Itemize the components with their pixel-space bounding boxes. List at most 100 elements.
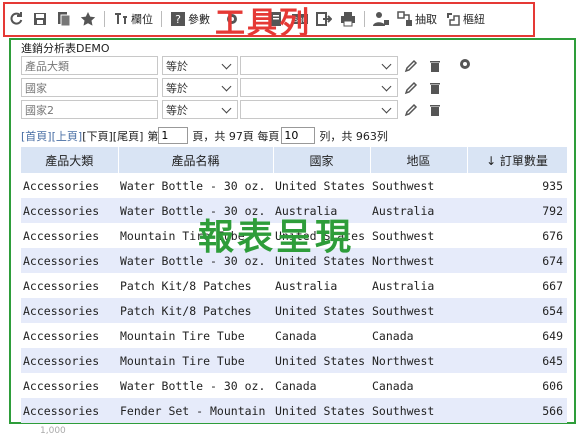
settings-button[interactable]	[220, 7, 244, 31]
pencil-icon[interactable]	[404, 81, 418, 95]
cell-order-qty: 792	[467, 198, 567, 223]
trash-icon[interactable]	[428, 59, 442, 73]
cell-country: United States	[273, 173, 370, 198]
table-body: Accessories Water Bottle - 30 oz. United S…	[21, 173, 567, 423]
favorite-button[interactable]	[76, 7, 100, 31]
cell-product: Mountain Tire Tube	[118, 223, 273, 248]
cell-product: Fender Set - Mountain	[118, 398, 273, 423]
column-header-category[interactable]: 產品大類	[21, 147, 119, 173]
gear-icon	[227, 14, 237, 24]
page-info: 頁，共 97頁 每頁	[192, 129, 280, 143]
report-table: 產品大類 產品名稱 國家 地區 ↓ 訂單數量 Accessories Water …	[21, 147, 568, 423]
table-row[interactable]: Accessories Water Bottle - 30 oz. United S…	[21, 173, 567, 198]
refresh-button[interactable]	[4, 7, 28, 31]
cell-country: United States	[273, 348, 370, 373]
prev-page-link[interactable]: [上頁]	[52, 128, 83, 144]
user-lock-icon	[373, 12, 389, 26]
filter-field[interactable]: 國家	[21, 78, 158, 97]
rows-info: 列，共 963列	[319, 129, 388, 143]
cell-order-qty: 645	[467, 348, 567, 373]
gear-icon[interactable]	[458, 57, 472, 71]
export-button[interactable]	[312, 7, 336, 31]
print-button[interactable]	[336, 7, 360, 31]
page-number-input[interactable]: 1	[158, 127, 189, 144]
trash-icon[interactable]	[428, 103, 442, 117]
table-row[interactable]: Accessories Patch Kit/8 Patches Australia A…	[21, 273, 567, 298]
chart-button[interactable]	[264, 7, 288, 31]
fields-button[interactable]: 欄位	[109, 7, 157, 31]
pencil-icon[interactable]	[404, 59, 418, 73]
cell-order-qty: 676	[467, 223, 567, 248]
toolbar-divider	[161, 11, 162, 27]
column-header-region[interactable]: 地區	[370, 147, 468, 173]
cell-country: United States	[273, 223, 370, 248]
operator-select[interactable]: 等於	[162, 56, 238, 75]
operator-value: 等於	[166, 59, 188, 73]
extract-button[interactable]: 抽取	[393, 7, 441, 31]
operator-select[interactable]: 等於	[162, 100, 238, 119]
first-page-link[interactable]: [首頁]	[21, 128, 52, 144]
cell-country: Canada	[273, 323, 370, 348]
cell-region: Canada	[370, 373, 467, 398]
table-row[interactable]: Accessories Mountain Tire Tube Canada Canad…	[21, 323, 567, 348]
last-page-link[interactable]: [尾頁]	[113, 128, 144, 144]
cell-product: Patch Kit/8 Patches	[118, 273, 273, 298]
cell-order-qty: 566	[467, 398, 567, 423]
save-as-icon	[58, 12, 71, 27]
params-button[interactable]: ? 參數	[166, 7, 214, 31]
cell-country: Australia	[273, 198, 370, 223]
toolbar-divider	[364, 11, 365, 27]
column-header-product[interactable]: 產品名稱	[118, 147, 274, 173]
cell-category: Accessories	[21, 223, 118, 248]
user-button[interactable]	[369, 7, 393, 31]
cell-country: Australia	[273, 273, 370, 298]
cell-category: Accessories	[21, 273, 118, 298]
filter-row: 國家 等於	[21, 78, 442, 97]
cell-category: Accessories	[21, 373, 118, 398]
star-icon	[80, 12, 96, 26]
cell-order-qty: 935	[467, 173, 567, 198]
value-select[interactable]	[240, 56, 398, 75]
cell-region: Northwest	[370, 348, 467, 373]
pivot-label: 樞紐	[463, 13, 485, 26]
pencil-icon[interactable]	[404, 103, 418, 117]
column-header-order-qty[interactable]: ↓ 訂單數量	[467, 147, 568, 173]
filter-field[interactable]: 產品大類	[21, 56, 158, 75]
table-row[interactable]: Accessories Water Bottle - 30 oz. Australi…	[21, 198, 567, 223]
table-row[interactable]: Accessories Mountain Tire Tube United Stat…	[21, 348, 567, 373]
page-prefix: 第	[147, 129, 159, 143]
filter-field[interactable]: 國家2	[21, 100, 158, 119]
fields-label: 欄位	[131, 13, 153, 26]
pager: [首頁] [上頁] [下頁] [尾頁] 第 1 頁，共 97頁 每頁 10 列，…	[21, 127, 388, 144]
help-box-icon: ?	[171, 12, 185, 26]
column-header-country[interactable]: 國家	[273, 147, 371, 173]
document-icon	[271, 12, 281, 26]
chevron-down-icon	[221, 81, 232, 91]
table-row[interactable]: Accessories Water Bottle - 30 oz. United S…	[21, 248, 567, 273]
trash-icon[interactable]	[428, 81, 442, 95]
per-page-input[interactable]: 10	[281, 127, 316, 144]
refresh-icon	[10, 12, 23, 25]
pivot-button[interactable]: 樞紐	[441, 7, 489, 31]
chevron-down-icon	[221, 59, 232, 69]
value-select[interactable]	[240, 78, 398, 97]
next-page-link[interactable]: [下頁]	[82, 128, 113, 144]
chevron-down-icon	[381, 103, 392, 113]
printer-icon	[341, 12, 355, 27]
value-select[interactable]	[240, 100, 398, 119]
cell-region: Australia	[370, 198, 467, 223]
svg-text:?: ?	[175, 13, 181, 26]
save-button[interactable]	[28, 7, 52, 31]
sql-button[interactable]: SQL	[288, 7, 312, 31]
cell-country: United States	[273, 298, 370, 323]
table-row[interactable]: Accessories Patch Kit/8 Patches United Sta…	[21, 298, 567, 323]
table-row[interactable]: Accessories Water Bottle - 30 oz. Canada Ca…	[21, 373, 567, 398]
cell-category: Accessories	[21, 248, 118, 273]
table-row[interactable]: Accessories Mountain Tire Tube United Stat…	[21, 223, 567, 248]
cell-country: United States	[273, 248, 370, 273]
table-header-row: 產品大類 產品名稱 國家 地區 ↓ 訂單數量	[21, 147, 568, 173]
save-as-button[interactable]	[52, 7, 76, 31]
cell-product: Water Bottle - 30 oz.	[118, 248, 273, 273]
operator-select[interactable]: 等於	[162, 78, 238, 97]
table-row[interactable]: Accessories Fender Set - Mountain United S…	[21, 398, 567, 423]
